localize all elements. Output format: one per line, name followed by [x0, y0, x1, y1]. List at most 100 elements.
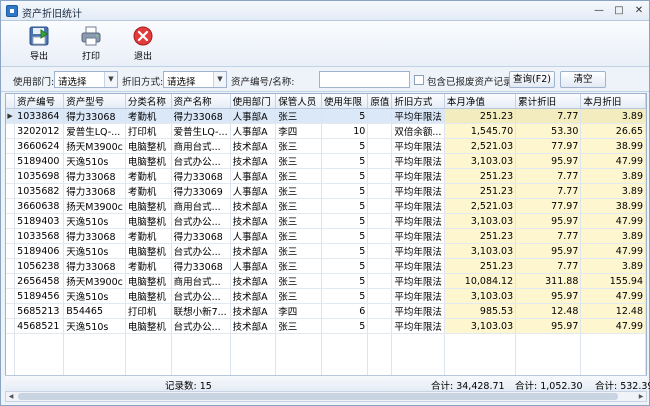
table-cell[interactable]: 张三 — [275, 273, 322, 289]
table-row[interactable]: 5189400 天逸510s 电脑整机 台式办公... 技术部A 张三 5 平均年限法 3,10… — [6, 153, 646, 169]
table-cell[interactable]: 得力33068 — [63, 258, 126, 274]
table-cell[interactable]: 38.99 — [580, 198, 646, 214]
table-cell[interactable]: 得力33068 — [171, 258, 231, 274]
table-cell[interactable]: 3.89 — [580, 108, 646, 124]
table-cell[interactable] — [367, 138, 393, 154]
table-cell[interactable]: 张三 — [275, 258, 322, 274]
table-cell[interactable]: 得力33068 — [171, 168, 231, 184]
table-cell[interactable]: 95.97 — [515, 153, 582, 169]
table-cell[interactable]: 技术部A — [230, 198, 277, 214]
table-cell[interactable]: 5189456 — [14, 288, 65, 304]
table-cell[interactable]: 5 — [321, 153, 369, 169]
table-cell[interactable]: 10,084.12 — [444, 273, 517, 289]
table-cell[interactable]: 爱普生LQ-... — [171, 123, 231, 139]
table-cell[interactable]: 平均年限法 — [391, 108, 445, 124]
table-cell[interactable]: 5 — [321, 198, 369, 214]
table-cell[interactable]: 26.65 — [580, 123, 646, 139]
table-cell[interactable]: 技术部A — [230, 273, 277, 289]
table-cell[interactable]: 电脑整机 — [125, 288, 172, 304]
table-cell[interactable]: 得力33068 — [63, 228, 126, 244]
table-cell[interactable]: 1,545.70 — [444, 123, 517, 139]
method-select[interactable]: 请选择 ▼ — [163, 71, 227, 88]
table-cell[interactable]: 得力33068 — [171, 228, 231, 244]
table-cell[interactable]: 平均年限法 — [391, 243, 445, 259]
minimize-button[interactable]: — — [591, 3, 607, 18]
table-cell[interactable]: 台式办公... — [171, 243, 231, 259]
table-cell[interactable] — [367, 153, 393, 169]
table-row[interactable]: 2656458 扬天M3900c 电脑整机 商用台式... 技术部A 张三 5 平均年限法 10… — [6, 273, 646, 289]
table-cell[interactable]: 得力33068 — [63, 108, 126, 124]
table-cell[interactable]: 5 — [321, 213, 369, 229]
table-cell[interactable]: 3.89 — [580, 228, 646, 244]
table-cell[interactable]: 5189400 — [14, 153, 65, 169]
table-cell[interactable]: 张三 — [275, 138, 322, 154]
table-cell[interactable]: 3.89 — [580, 168, 646, 184]
table-cell[interactable]: 平均年限法 — [391, 318, 445, 334]
table-cell[interactable]: 5 — [321, 318, 369, 334]
table-cell[interactable] — [367, 228, 393, 244]
table-cell[interactable]: 人事部A — [230, 123, 277, 139]
table-cell[interactable]: 张三 — [275, 183, 322, 199]
table-cell[interactable]: 平均年限法 — [391, 168, 445, 184]
table-cell[interactable]: 张三 — [275, 168, 322, 184]
asset-search-input[interactable] — [319, 71, 410, 88]
table-cell[interactable]: 3,103.03 — [444, 288, 517, 304]
table-cell[interactable] — [367, 183, 393, 199]
column-header[interactable]: 资产名称 — [171, 94, 231, 109]
table-row[interactable]: 1033568 得力33068 考勤机 得力33068 人事部A 张三 5 平均年限法 251.… — [6, 228, 646, 244]
table-cell[interactable]: 得力33068 — [63, 168, 126, 184]
table-cell[interactable] — [367, 123, 393, 139]
table-cell[interactable]: 47.99 — [580, 153, 646, 169]
table-cell[interactable]: 5 — [321, 243, 369, 259]
dept-select[interactable]: 请选择 ▼ — [54, 71, 118, 88]
table-row[interactable]: 1035682 得力33068 考勤机 得力33069 人事部A 张三 5 平均年限法 251.… — [6, 183, 646, 199]
table-cell[interactable]: 95.97 — [515, 318, 582, 334]
table-cell[interactable]: 47.99 — [580, 243, 646, 259]
table-cell[interactable]: 7.77 — [515, 258, 582, 274]
table-cell[interactable]: 5189403 — [14, 213, 65, 229]
table-cell[interactable]: 得力33068 — [63, 183, 126, 199]
table-cell[interactable]: 考勤机 — [125, 258, 172, 274]
table-cell[interactable]: 3.89 — [580, 183, 646, 199]
scroll-right-icon[interactable]: ▶ — [636, 392, 646, 401]
table-cell[interactable]: 商用台式... — [171, 273, 231, 289]
horizontal-scrollbar[interactable]: ◀ ▶ — [5, 391, 647, 402]
table-cell[interactable]: 人事部A — [230, 183, 277, 199]
exit-button[interactable]: 退出 — [121, 25, 165, 65]
table-cell[interactable]: 打印机 — [125, 303, 172, 319]
table-cell[interactable]: 5 — [321, 168, 369, 184]
table-cell[interactable]: 251.23 — [444, 168, 517, 184]
table-cell[interactable]: 扬天M3900c — [63, 138, 126, 154]
table-cell[interactable]: 77.97 — [515, 198, 582, 214]
clear-button[interactable]: 清空 — [560, 71, 606, 88]
column-header[interactable]: 资产型号 — [63, 94, 126, 109]
table-cell[interactable]: 台式办公... — [171, 318, 231, 334]
close-button[interactable]: ✕ — [631, 3, 647, 18]
table-cell[interactable]: 平均年限法 — [391, 138, 445, 154]
table-cell[interactable]: 打印机 — [125, 123, 172, 139]
table-cell[interactable] — [367, 303, 393, 319]
table-cell[interactable]: 天逸510s — [63, 243, 126, 259]
table-cell[interactable]: 5 — [321, 288, 369, 304]
table-cell[interactable]: 47.99 — [580, 213, 646, 229]
column-header[interactable]: 使用部门 — [230, 94, 277, 109]
table-cell[interactable]: 3,103.03 — [444, 213, 517, 229]
table-cell[interactable]: 1035698 — [14, 168, 65, 184]
table-cell[interactable]: 251.23 — [444, 183, 517, 199]
table-cell[interactable]: 电脑整机 — [125, 273, 172, 289]
table-cell[interactable]: 平均年限法 — [391, 213, 445, 229]
table-cell[interactable]: 985.53 — [444, 303, 517, 319]
table-cell[interactable]: 平均年限法 — [391, 303, 445, 319]
table-cell[interactable]: 技术部A — [230, 288, 277, 304]
table-cell[interactable] — [367, 108, 393, 124]
table-row[interactable]: 3202012 爱普生LQ-... 打印机 爱普生LQ-... 人事部A 李四 10 双倍余额… — [6, 123, 646, 139]
table-cell[interactable]: 38.99 — [580, 138, 646, 154]
table-cell[interactable]: 2,521.03 — [444, 138, 517, 154]
maximize-button[interactable]: □ — [611, 3, 627, 18]
table-cell[interactable]: 张三 — [275, 213, 322, 229]
table-cell[interactable]: 李四 — [275, 303, 322, 319]
table-cell[interactable]: 3202012 — [14, 123, 65, 139]
table-cell[interactable] — [367, 243, 393, 259]
table-cell[interactable] — [367, 168, 393, 184]
table-cell[interactable]: 7.77 — [515, 228, 582, 244]
